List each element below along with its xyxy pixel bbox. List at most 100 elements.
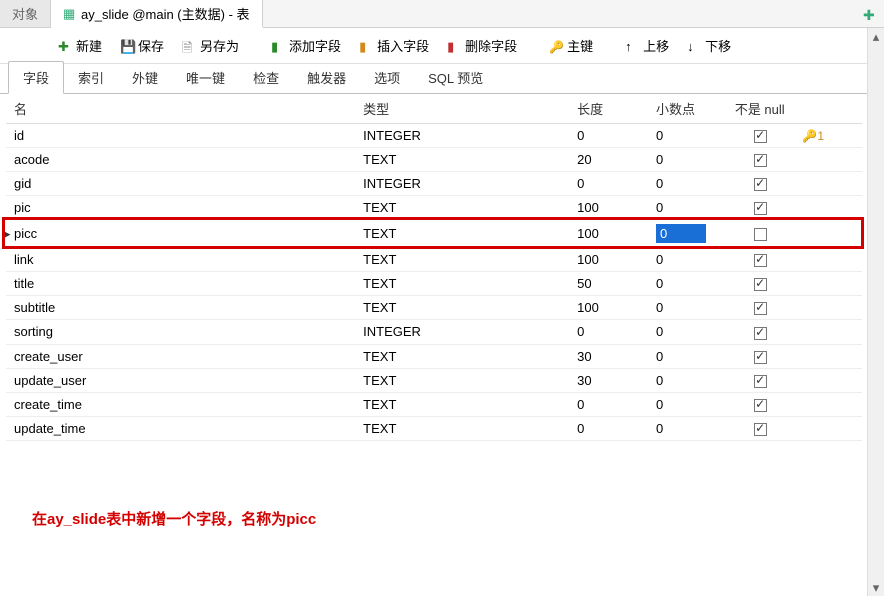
cell-type[interactable]: INTEGER [355,124,569,148]
cell-notnull[interactable] [727,248,795,272]
cell-decimal[interactable]: 0 [648,124,727,148]
table-row[interactable]: acode TEXT200 [6,148,862,172]
insert-field-button[interactable]: 插入字段 [351,32,437,59]
save-as-button[interactable]: 另存为 [174,32,247,59]
checkbox-icon[interactable] [754,130,767,143]
table-row[interactable]: subtitleTEXT1000 [6,296,862,320]
subtab-check[interactable]: 检查 [239,62,293,93]
cell-name[interactable]: gid [14,176,31,191]
cell-length[interactable]: 30 [569,344,648,368]
cell-notnull[interactable] [727,196,795,220]
cell-type[interactable]: TEXT [355,368,569,392]
th-notnull[interactable]: 不是 null [727,94,795,124]
cell-name[interactable]: sorting [14,324,53,339]
subtab-fields[interactable]: 字段 [8,61,64,94]
cell-length[interactable]: 50 [569,272,648,296]
cell-notnull[interactable] [727,124,795,148]
cell-name[interactable]: update_time [14,421,86,436]
tab-current-table[interactable]: ay_slide @main (主数据) - 表 [51,0,263,28]
cell-type[interactable]: TEXT [355,416,569,440]
cell-length[interactable]: 0 [569,392,648,416]
cell-length[interactable]: 20 [569,148,648,172]
cell-name[interactable]: create_user [14,349,83,364]
table-row[interactable]: update_timeTEXT00 [6,416,862,440]
cell-type[interactable]: INTEGER [355,320,569,344]
subtab-options[interactable]: 选项 [360,62,414,93]
cell-decimal[interactable]: 0 [648,172,727,196]
checkbox-icon[interactable] [754,423,767,436]
subtab-unique[interactable]: 唯一键 [172,62,239,93]
cell-notnull[interactable] [727,392,795,416]
th-type[interactable]: 类型 [355,94,569,124]
cell-length[interactable]: 100 [569,248,648,272]
save-button[interactable]: 保存 [112,32,172,59]
vertical-scrollbar[interactable]: ▴ ▾ [867,28,884,596]
cell-decimal[interactable]: 0 [648,296,727,320]
cell-notnull[interactable] [727,344,795,368]
subtab-sql[interactable]: SQL 预览 [414,62,497,93]
cell-type[interactable]: TEXT [355,248,569,272]
cell-name[interactable]: title [14,276,34,291]
scroll-track[interactable] [868,45,884,579]
cell-decimal[interactable]: 0 [648,368,727,392]
checkbox-icon[interactable] [754,154,767,167]
cell-notnull[interactable] [727,148,795,172]
cell-decimal[interactable]: 0 [648,196,727,220]
table-row[interactable]: sortingINTEGER00 [6,320,862,344]
subtab-trigger[interactable]: 触发器 [293,62,360,93]
checkbox-icon[interactable] [754,278,767,291]
checkbox-icon[interactable] [754,302,767,315]
cell-name[interactable]: picc [14,226,37,241]
table-row[interactable]: ▸piccTEXT1000 [6,220,862,248]
cell-decimal[interactable]: 0 [648,320,727,344]
subtab-indexes[interactable]: 索引 [64,62,118,93]
th-decimal[interactable]: 小数点 [648,94,727,124]
tab-objects[interactable]: 对象 [0,0,51,27]
table-row[interactable]: idINTEGER00🔑1 [6,124,862,148]
checkbox-icon[interactable] [754,351,767,364]
cell-type[interactable]: TEXT [355,344,569,368]
cell-length[interactable]: 30 [569,368,648,392]
cell-type[interactable]: TEXT [355,392,569,416]
new-button[interactable]: 新建 [50,32,110,59]
checkbox-icon[interactable] [754,228,767,241]
cell-length[interactable]: 100 [569,296,648,320]
cell-decimal[interactable]: 0 [648,344,727,368]
cell-name[interactable]: acode [14,152,49,167]
cell-type[interactable]: INTEGER [355,172,569,196]
th-length[interactable]: 长度 [569,94,648,124]
checkbox-icon[interactable] [754,327,767,340]
add-field-button[interactable]: 添加字段 [263,32,349,59]
checkbox-icon[interactable] [754,375,767,388]
cell-length[interactable]: 0 [569,320,648,344]
cell-notnull[interactable] [727,220,795,248]
cell-length[interactable]: 100 [569,220,648,248]
table-row[interactable]: pic TEXT1000 [6,196,862,220]
cell-length[interactable]: 100 [569,196,648,220]
checkbox-icon[interactable] [754,178,767,191]
scroll-up-button[interactable]: ▴ [868,28,884,45]
checkbox-icon[interactable] [754,202,767,215]
cell-decimal[interactable]: 0 [648,272,727,296]
cell-notnull[interactable] [727,320,795,344]
subtab-fk[interactable]: 外键 [118,62,172,93]
delete-field-button[interactable]: 删除字段 [439,32,525,59]
cell-name[interactable]: id [14,128,24,143]
table-row[interactable]: title TEXT500 [6,272,862,296]
cell-notnull[interactable] [727,416,795,440]
cell-type[interactable]: TEXT [355,196,569,220]
cell-decimal[interactable]: 0 [648,220,727,248]
table-row[interactable]: create_timeTEXT00 [6,392,862,416]
cell-type[interactable]: TEXT [355,148,569,172]
cell-name[interactable]: pic [14,200,31,215]
cell-notnull[interactable] [727,296,795,320]
cell-notnull[interactable] [727,272,795,296]
checkbox-icon[interactable] [754,254,767,267]
cell-type[interactable]: TEXT [355,220,569,248]
table-row[interactable]: create_user TEXT300 [6,344,862,368]
cell-length[interactable]: 0 [569,172,648,196]
cell-name[interactable]: subtitle [14,300,55,315]
cell-type[interactable]: TEXT [355,272,569,296]
cell-decimal[interactable]: 0 [648,148,727,172]
cell-length[interactable]: 0 [569,124,648,148]
